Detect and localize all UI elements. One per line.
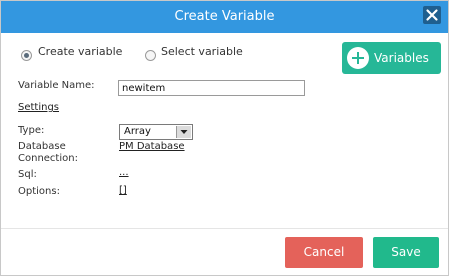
create-variable-radio[interactable] (21, 50, 32, 61)
cancel-button[interactable]: Cancel (285, 237, 363, 268)
variable-name-input[interactable] (118, 80, 305, 96)
type-select[interactable]: Array (119, 124, 193, 140)
create-variable-label: Create variable (38, 45, 123, 58)
database-connection-label: Database Connection: (18, 141, 78, 165)
close-icon (426, 9, 438, 21)
variables-button-label: Variables (374, 51, 429, 65)
close-button[interactable] (423, 6, 441, 24)
dialog-title: Create Variable (174, 9, 275, 24)
footer-divider (1, 228, 448, 229)
settings-link[interactable]: Settings (18, 102, 59, 113)
database-label-line2: Connection: (18, 153, 78, 164)
type-label: Type: (18, 125, 45, 136)
variable-name-label: Variable Name: (18, 80, 95, 91)
sql-label: Sql: (18, 169, 37, 180)
create-variable-dialog: Create Variable Create variable Select v… (0, 0, 449, 276)
dialog-titlebar: Create Variable (1, 1, 448, 33)
select-variable-radio[interactable] (145, 50, 156, 61)
sql-link[interactable]: ... (119, 167, 129, 178)
options-link[interactable]: [] (119, 185, 127, 196)
options-label: Options: (18, 186, 60, 197)
database-label-line1: Database (18, 141, 66, 152)
database-connection-link[interactable]: PM Database (119, 141, 185, 152)
radio-selected-dot (24, 53, 29, 58)
chevron-down-icon (176, 126, 191, 138)
type-select-value: Array (124, 126, 151, 137)
variables-button[interactable]: Variables (342, 42, 441, 74)
save-button[interactable]: Save (373, 237, 439, 268)
plus-circle-icon (347, 47, 369, 69)
select-variable-label: Select variable (161, 45, 243, 58)
